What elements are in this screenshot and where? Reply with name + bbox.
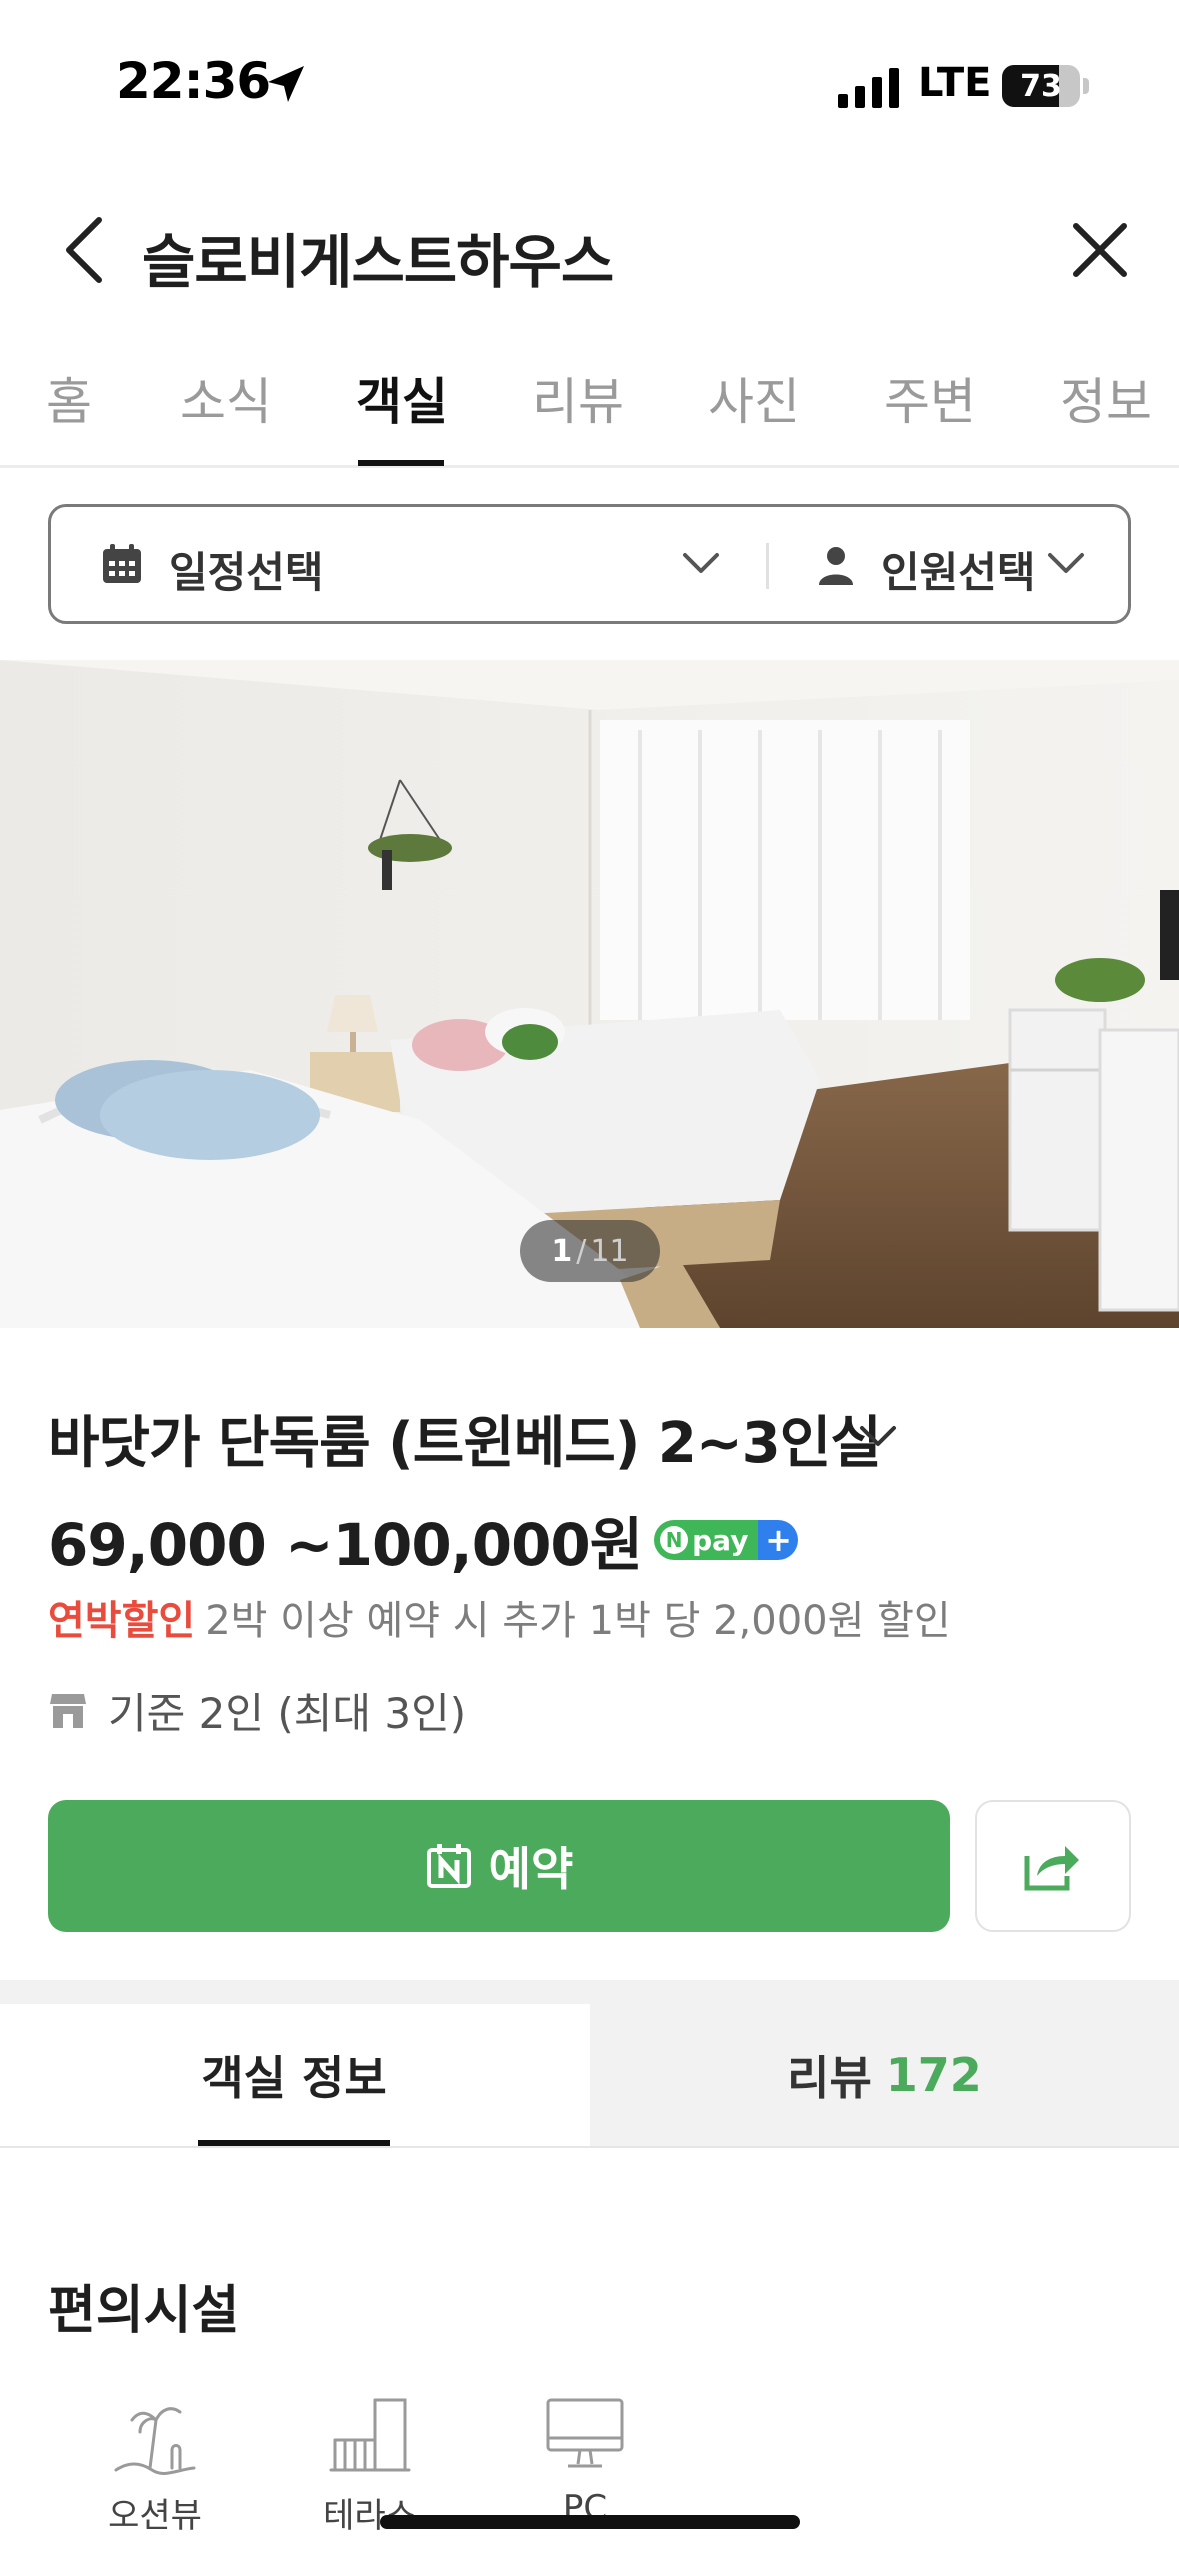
battery-cap bbox=[1083, 78, 1089, 94]
pc-icon bbox=[546, 2398, 624, 2468]
photo-total: 11 bbox=[590, 1233, 629, 1269]
price-row: 69,000 ~100,000원 N pay + bbox=[48, 1500, 799, 1580]
reserve-button[interactable]: 예약 bbox=[48, 1800, 950, 1932]
section-tab-indicator bbox=[198, 2140, 390, 2146]
tab-info[interactable]: 정보 bbox=[1060, 362, 1152, 434]
amenities-title: 편의시설 bbox=[48, 2281, 240, 2341]
person-icon bbox=[819, 547, 853, 585]
page-title: 슬로비게스트하우스 bbox=[142, 228, 614, 296]
tab-nearby[interactable]: 주변 bbox=[884, 362, 976, 434]
tab-reviews[interactable]: 리뷰 bbox=[532, 362, 624, 434]
status-bar: 22:36 LTE 73 bbox=[0, 0, 1179, 150]
tab-room-info[interactable]: 객실 정보 bbox=[0, 2004, 588, 2146]
cellular-signal-icon bbox=[838, 68, 899, 108]
photo-counter: 1 / 11 bbox=[520, 1220, 660, 1282]
date-select-label[interactable]: 일정선택 bbox=[169, 539, 324, 600]
photo-current: 1 bbox=[551, 1233, 573, 1269]
share-icon bbox=[1024, 1846, 1079, 1891]
selector-divider bbox=[766, 543, 769, 589]
tab-photos[interactable]: 사진 bbox=[708, 362, 800, 434]
room-name: 바닷가 단독룸 (트윈베드) 2~3인실 bbox=[48, 1411, 882, 1476]
tab-review-label: 리뷰 bbox=[787, 2051, 872, 2105]
network-type: LTE bbox=[918, 60, 992, 106]
status-time: 22:36 bbox=[116, 52, 271, 110]
amenity-pc: PC bbox=[510, 2390, 660, 2528]
reserve-label: 예약 bbox=[488, 1842, 574, 1896]
guest-select-label[interactable]: 인원선택 bbox=[881, 539, 1036, 600]
chevron-down-icon[interactable] bbox=[1046, 549, 1086, 579]
home-indicator bbox=[380, 2515, 800, 2529]
battery-icon: 73 bbox=[1002, 65, 1080, 107]
location-arrow-icon bbox=[268, 66, 304, 102]
room-photo[interactable]: 1 / 11 bbox=[0, 660, 1179, 1328]
amenity-label: 테라스 bbox=[323, 2496, 417, 2536]
close-button[interactable] bbox=[1060, 210, 1140, 290]
terrace-icon bbox=[329, 2398, 411, 2472]
npay-pill: N pay bbox=[654, 1520, 759, 1560]
npay-n-icon: N bbox=[660, 1526, 689, 1554]
photo-separator: / bbox=[576, 1233, 587, 1269]
tab-news[interactable]: 소식 bbox=[180, 362, 272, 434]
room-price: 69,000 ~100,000원 bbox=[48, 1511, 643, 1579]
close-icon bbox=[1073, 223, 1127, 277]
chevron-down-icon[interactable] bbox=[681, 549, 721, 579]
tab-active-indicator bbox=[358, 460, 444, 466]
top-tabs: 홈 소식 객실 리뷰 사진 주변 정보 bbox=[0, 340, 1179, 468]
tab-rooms[interactable]: 객실 bbox=[356, 362, 448, 434]
ocean-view-icon bbox=[114, 2407, 196, 2475]
nav-bar: 슬로비게스트하우스 bbox=[0, 190, 1179, 310]
capacity-text: 기준 2인 (최대 3인) bbox=[108, 1688, 467, 1738]
discount-tag: 연박할인 bbox=[48, 1598, 196, 1644]
discount-row: 연박할인 2박 이상 예약 시 추가 1박 당 2,000원 할인 bbox=[48, 1588, 951, 1646]
room-capacity-icon bbox=[50, 1694, 86, 1728]
capacity-row: 기준 2인 (최대 3인) bbox=[48, 1680, 466, 1740]
discount-text: 2박 이상 예약 시 추가 1박 당 2,000원 할인 bbox=[205, 1598, 951, 1644]
tab-room-info-label: 객실 정보 bbox=[201, 2051, 387, 2105]
calendar-icon bbox=[103, 544, 141, 583]
back-button[interactable] bbox=[48, 210, 118, 290]
review-count: 172 bbox=[885, 2048, 982, 2102]
chevron-left-icon bbox=[66, 217, 102, 283]
chevron-down-icon[interactable] bbox=[858, 1422, 898, 1452]
amenity-label: 오션뷰 bbox=[108, 2496, 202, 2536]
npay-plus-icon: + bbox=[758, 1520, 799, 1560]
tab-room-reviews[interactable]: 리뷰 172 bbox=[590, 2004, 1179, 2146]
tab-home[interactable]: 홈 bbox=[46, 362, 92, 434]
npay-plus-badge: N pay + bbox=[654, 1520, 799, 1560]
npay-label: pay bbox=[692, 1523, 749, 1557]
naver-calendar-icon bbox=[426, 1844, 471, 1888]
section-divider-band bbox=[0, 1980, 1179, 2004]
booking-selector: 일정선택 인원선택 bbox=[48, 504, 1131, 624]
battery-percent: 73 bbox=[1020, 68, 1062, 104]
section-tabs: 객실 정보 리뷰 172 bbox=[0, 2004, 1179, 2148]
share-button[interactable] bbox=[975, 1800, 1131, 1932]
amenity-ocean-view: 오션뷰 bbox=[80, 2390, 230, 2537]
